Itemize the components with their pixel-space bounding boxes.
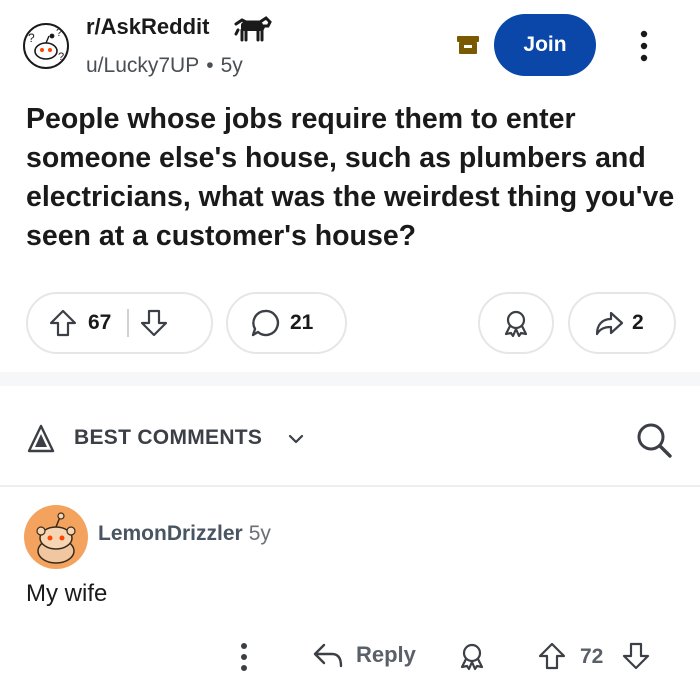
svg-text:?: ? <box>58 51 64 63</box>
comment-icon <box>250 308 280 338</box>
comment-upvote-icon[interactable] <box>537 641 567 671</box>
share-icon <box>594 308 624 338</box>
award-icon <box>501 308 531 338</box>
separator-dot: • <box>206 54 214 77</box>
comment-more-icon[interactable] <box>234 640 254 676</box>
comment-meta: LemonDrizzler 5y <box>98 522 271 546</box>
search-icon[interactable] <box>634 420 674 460</box>
post-age: 5y <box>220 54 243 77</box>
section-separator <box>0 372 700 386</box>
share-button[interactable]: 2 <box>568 292 676 354</box>
svg-text:?: ? <box>28 31 35 45</box>
divider <box>0 485 700 487</box>
avatar[interactable] <box>24 505 88 569</box>
comment-body: My wife <box>26 580 108 607</box>
upvote-icon[interactable] <box>48 308 78 338</box>
subreddit-name[interactable]: r/AskReddit <box>86 14 209 40</box>
comment-sort-bar: BEST COMMENTS <box>0 400 700 476</box>
sort-label: BEST COMMENTS <box>74 426 263 449</box>
vote-divider <box>127 309 130 337</box>
post-header: ? ? ? r/AskReddit u/Lucky7UP • 5y Join <box>0 0 700 90</box>
more-options-icon[interactable] <box>632 26 656 66</box>
svg-text:?: ? <box>56 27 62 39</box>
reply-icon <box>312 640 344 670</box>
archive-icon <box>456 34 480 56</box>
post-meta: u/Lucky7UP • 5y <box>86 54 243 78</box>
comment-author[interactable]: LemonDrizzler <box>98 522 243 545</box>
comment-award-icon[interactable] <box>457 641 487 671</box>
horse-award-icon <box>232 14 272 42</box>
reply-button[interactable]: Reply <box>312 640 416 670</box>
comment-actions: Reply 72 <box>0 630 700 685</box>
award-button[interactable] <box>478 292 554 354</box>
comments-button[interactable]: 21 <box>226 292 347 354</box>
upvote-count: 67 <box>88 311 112 334</box>
rocket-icon <box>26 424 56 454</box>
comment-count: 21 <box>290 311 314 334</box>
vote-control: 67 <box>26 292 213 354</box>
subreddit-avatar[interactable]: ? ? ? <box>22 22 70 70</box>
join-button[interactable]: Join <box>494 14 596 76</box>
chevron-down-icon <box>287 430 305 448</box>
share-count: 2 <box>632 311 644 334</box>
comment-score: 72 <box>580 645 604 668</box>
reply-label: Reply <box>356 642 416 667</box>
downvote-icon[interactable] <box>139 308 169 338</box>
comment-downvote-icon[interactable] <box>621 641 651 671</box>
comment-age: 5y <box>248 522 271 545</box>
post-author[interactable]: u/Lucky7UP <box>86 54 199 77</box>
post-title[interactable]: People whose jobs require them to enter … <box>26 100 686 256</box>
